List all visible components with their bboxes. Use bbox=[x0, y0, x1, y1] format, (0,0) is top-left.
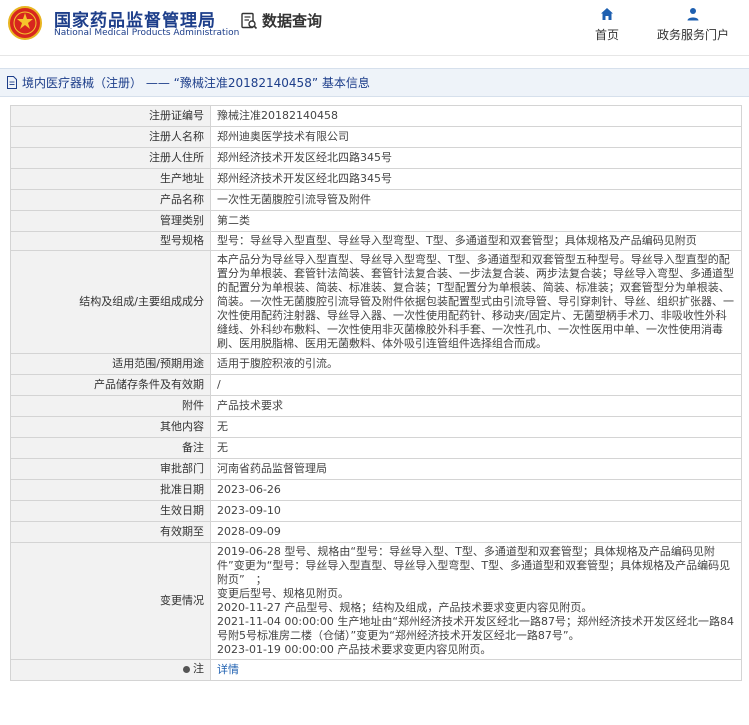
field-value: 2019-06-28 型号、规格由“型号：导丝导入型、T型、多通道型和双套管型；… bbox=[210, 542, 742, 660]
nav-gov-portal[interactable]: 政务服务门户 bbox=[657, 6, 729, 43]
top-nav: 首页 政务服务门户 bbox=[595, 6, 729, 43]
field-label: 其他内容 bbox=[10, 416, 211, 438]
table-row: 附件 产品技术要求 bbox=[10, 395, 742, 417]
page-heading-label: 数据查询 bbox=[262, 12, 323, 30]
field-label: 产品储存条件及有效期 bbox=[10, 374, 211, 396]
national-emblem-icon bbox=[8, 6, 42, 40]
field-value: 无 bbox=[210, 416, 742, 438]
data-query-icon bbox=[241, 12, 258, 29]
bullet-icon bbox=[183, 665, 190, 673]
field-label: 注册证编号 bbox=[10, 105, 211, 127]
table-row: 其他内容 无 bbox=[10, 416, 742, 438]
home-icon bbox=[600, 8, 613, 20]
field-label: 批准日期 bbox=[10, 479, 211, 501]
field-label: 生产地址 bbox=[10, 168, 211, 190]
field-value: 第二类 bbox=[210, 210, 742, 232]
field-label: 生效日期 bbox=[10, 500, 211, 522]
table-row: 备注 无 bbox=[10, 437, 742, 459]
field-value: 型号：导丝导入型直型、导丝导入型弯型、T型、多通道型和双套管型；具体规格及产品编… bbox=[210, 231, 742, 251]
field-value: 2023-06-26 bbox=[210, 479, 742, 501]
page-heading: 数据查询 bbox=[240, 10, 322, 31]
note-label: 注 bbox=[182, 662, 204, 676]
table-row: 注册人住所 郑州经济技术开发区经北四路345号 bbox=[10, 147, 742, 169]
table-row: 管理类别 第二类 bbox=[10, 210, 742, 232]
field-value: 一次性无菌腹腔引流导管及附件 bbox=[210, 189, 742, 211]
user-icon bbox=[687, 8, 699, 21]
table-row: 批准日期 2023-06-26 bbox=[10, 479, 742, 501]
field-value: 郑州经济技术开发区经北四路345号 bbox=[210, 147, 742, 169]
table-row: 注册证编号 豫械注准20182140458 bbox=[10, 105, 742, 127]
table-row: 变更情况 2019-06-28 型号、规格由“型号：导丝导入型、T型、多通道型和… bbox=[10, 542, 742, 660]
field-label: 变更情况 bbox=[10, 542, 211, 660]
note-label-cell: 注 bbox=[10, 659, 211, 681]
field-value: 2023-09-10 bbox=[210, 500, 742, 522]
field-value: 2028-09-09 bbox=[210, 521, 742, 543]
field-label: 有效期至 bbox=[10, 521, 211, 543]
field-label: 管理类别 bbox=[10, 210, 211, 232]
table-row: 注 详情 bbox=[10, 659, 742, 681]
field-value: 无 bbox=[210, 437, 742, 459]
nav-home[interactable]: 首页 bbox=[595, 6, 619, 43]
detail-table: 注册证编号 豫械注准20182140458 注册人名称 郑州迪奥医学技术有限公司… bbox=[10, 105, 742, 681]
note-label-text: 注 bbox=[193, 662, 204, 676]
field-value: 产品技术要求 bbox=[210, 395, 742, 417]
breadcrumb-text: 境内医疗器械（注册） —— “豫械注准20182140458” 基本信息 bbox=[22, 76, 370, 90]
table-row: 产品储存条件及有效期 / bbox=[10, 374, 742, 396]
site-header: 国家药品监督管理局 National Medical Products Admi… bbox=[0, 0, 749, 56]
field-label: 型号规格 bbox=[10, 231, 211, 251]
field-label: 备注 bbox=[10, 437, 211, 459]
field-label: 注册人住所 bbox=[10, 147, 211, 169]
field-value: 郑州迪奥医学技术有限公司 bbox=[210, 126, 742, 148]
table-row: 结构及组成/主要组成成分 本产品分为导丝导入型直型、导丝导入型弯型、T型、多通道… bbox=[10, 250, 742, 354]
field-label: 附件 bbox=[10, 395, 211, 417]
field-label: 适用范围/预期用途 bbox=[10, 353, 211, 375]
field-label: 审批部门 bbox=[10, 458, 211, 480]
field-value: 本产品分为导丝导入型直型、导丝导入型弯型、T型、多通道型和双套管型五种型号。导丝… bbox=[210, 250, 742, 354]
details-link[interactable]: 详情 bbox=[210, 659, 742, 681]
field-value: / bbox=[210, 374, 742, 396]
field-label: 注册人名称 bbox=[10, 126, 211, 148]
table-row: 审批部门 河南省药品监督管理局 bbox=[10, 458, 742, 480]
field-value: 豫械注准20182140458 bbox=[210, 105, 742, 127]
field-value: 适用于腹腔积液的引流。 bbox=[210, 353, 742, 375]
table-row: 注册人名称 郑州迪奥医学技术有限公司 bbox=[10, 126, 742, 148]
field-value: 郑州经济技术开发区经北四路345号 bbox=[210, 168, 742, 190]
nav-home-label: 首页 bbox=[594, 28, 619, 42]
breadcrumb: 境内医疗器械（注册） —— “豫械注准20182140458” 基本信息 bbox=[0, 68, 749, 97]
table-row: 适用范围/预期用途 适用于腹腔积液的引流。 bbox=[10, 353, 742, 375]
table-row: 生产地址 郑州经济技术开发区经北四路345号 bbox=[10, 168, 742, 190]
table-row: 生效日期 2023-09-10 bbox=[10, 500, 742, 522]
org-name-en: National Medical Products Administration bbox=[54, 28, 240, 38]
table-row: 有效期至 2028-09-09 bbox=[10, 521, 742, 543]
document-icon bbox=[7, 76, 17, 89]
table-row: 型号规格 型号：导丝导入型直型、导丝导入型弯型、T型、多通道型和双套管型；具体规… bbox=[10, 231, 742, 251]
field-label: 产品名称 bbox=[10, 189, 211, 211]
field-value: 河南省药品监督管理局 bbox=[210, 458, 742, 480]
nav-gov-portal-label: 政务服务门户 bbox=[656, 28, 729, 42]
field-label: 结构及组成/主要组成成分 bbox=[10, 250, 211, 354]
table-row: 产品名称 一次性无菌腹腔引流导管及附件 bbox=[10, 189, 742, 211]
